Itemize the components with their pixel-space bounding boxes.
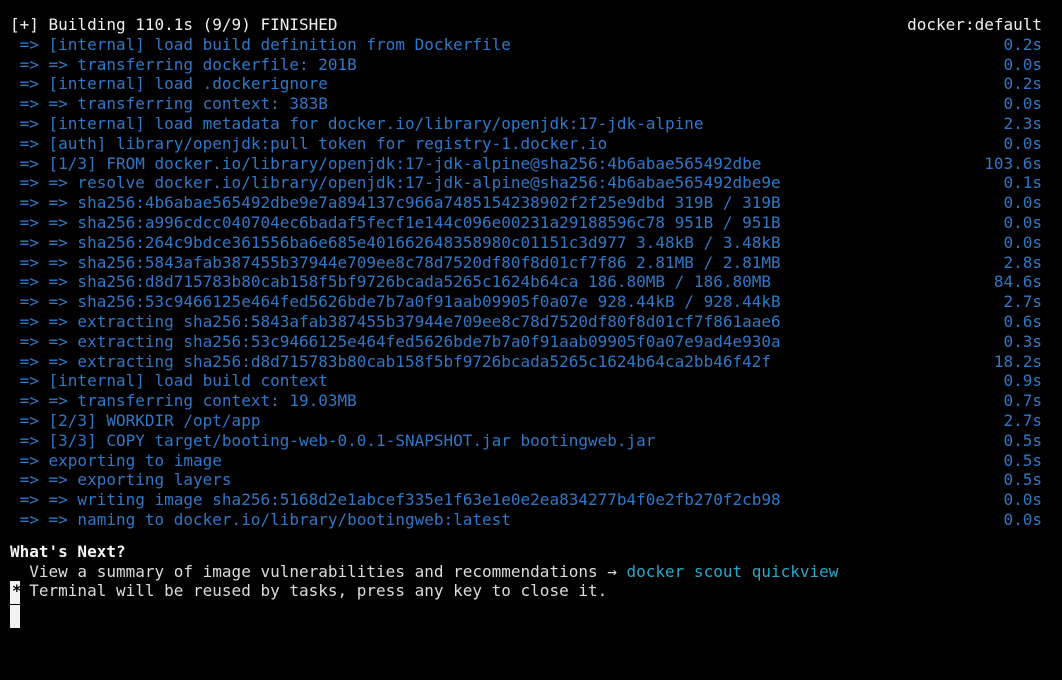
build-step-text: => => writing image sha256:5168d2e1abcef… xyxy=(10,490,781,510)
builder-context: docker:default xyxy=(907,15,1042,34)
whats-next-description: View a summary of image vulnerabilities … xyxy=(10,562,838,582)
build-step-time: 2.7s xyxy=(1003,410,1042,430)
build-step-row: => => transferring context: 19.03MB 0.7s xyxy=(0,391,1062,411)
build-step-row: => [3/3] COPY target/booting-web-0.0.1-S… xyxy=(0,431,1062,451)
build-step-time: 0.0s xyxy=(1003,94,1042,114)
build-step-row: => [internal] load build context 0.9s xyxy=(0,371,1062,391)
build-step-text: => [3/3] COPY target/booting-web-0.0.1-S… xyxy=(10,430,656,450)
build-step-row: => => sha256:53c9466125e464fed5626bde7b7… xyxy=(0,292,1062,312)
build-step-time: 0.1s xyxy=(1003,173,1042,193)
build-step-time: 0.6s xyxy=(1003,311,1042,331)
build-step-time: 84.6s xyxy=(993,272,1042,292)
build-step-row: => [internal] load build definition from… xyxy=(0,35,1062,55)
prompt-line[interactable] xyxy=(0,601,1062,629)
whats-next-title: What's Next? xyxy=(10,541,126,561)
whats-next-item: View a summary of image vulnerabilities … xyxy=(0,562,1062,582)
build-step-row: => [internal] load .dockerignore 0.2s xyxy=(0,74,1062,94)
build-step-text: => => sha256:4b6abae565492dbe9e7a894137c… xyxy=(10,193,781,213)
build-step-text: => => sha256:264c9bdce361556ba6e685e4016… xyxy=(10,232,781,252)
build-step-row: => => extracting sha256:53c9466125e464fe… xyxy=(0,332,1062,352)
build-step-time: 0.0s xyxy=(1003,232,1042,252)
build-step-row: => => resolve docker.io/library/openjdk:… xyxy=(0,173,1062,193)
terminal-output[interactable]: [+] Building 110.1s (9/9) FINISHED docke… xyxy=(0,15,1062,629)
build-step-time: 0.3s xyxy=(1003,331,1042,351)
build-step-row: => => sha256:d8d715783b80cab158f5bf9726b… xyxy=(0,272,1062,292)
build-step-row: => => exporting layers 0.5s xyxy=(0,470,1062,490)
build-step-row: => => transferring dockerfile: 201B 0.0s xyxy=(0,55,1062,75)
build-status: [+] Building 110.1s (9/9) FINISHED xyxy=(10,15,338,34)
notice-text: Terminal will be reused by tasks, press … xyxy=(10,581,608,601)
build-step-text: => => extracting sha256:53c9466125e464fe… xyxy=(10,331,781,351)
build-step-text: => [auth] library/openjdk:pull token for… xyxy=(10,133,608,153)
build-step-row: => [1/3] FROM docker.io/library/openjdk:… xyxy=(0,154,1062,174)
build-step-time: 2.3s xyxy=(1003,113,1042,133)
build-step-text: => => sha256:a996cdcc040704ec6badaf5fecf… xyxy=(10,212,781,232)
build-step-text: => => naming to docker.io/library/bootin… xyxy=(10,509,511,529)
build-step-time: 0.5s xyxy=(1003,450,1042,470)
build-step-row: => [2/3] WORKDIR /opt/app 2.7s xyxy=(0,411,1062,431)
build-step-time: 18.2s xyxy=(993,351,1042,371)
build-step-text: => => extracting sha256:5843afab387455b3… xyxy=(10,311,781,331)
build-step-row: => => sha256:a996cdcc040704ec6badaf5fecf… xyxy=(0,213,1062,233)
build-step-row: => => sha256:264c9bdce361556ba6e685e4016… xyxy=(0,233,1062,253)
build-step-time: 2.7s xyxy=(1003,292,1042,312)
build-step-text: => exporting to image xyxy=(10,450,222,470)
build-step-text: => => resolve docker.io/library/openjdk:… xyxy=(10,173,781,193)
build-step-text: => => extracting sha256:d8d715783b80cab1… xyxy=(10,351,771,371)
build-step-row: => => transferring context: 383B 0.0s xyxy=(0,94,1062,114)
build-step-time: 0.0s xyxy=(1003,212,1042,232)
build-step-time: 0.0s xyxy=(1003,509,1042,529)
build-header: [+] Building 110.1s (9/9) FINISHED docke… xyxy=(0,15,1062,35)
build-step-text: => [internal] load build context xyxy=(10,371,328,391)
build-step-time: 0.0s xyxy=(1003,490,1042,510)
build-steps: => [internal] load build definition from… xyxy=(0,35,1062,530)
build-step-time: 0.0s xyxy=(1003,133,1042,153)
build-step-time: 0.0s xyxy=(1003,193,1042,213)
build-step-time: 0.2s xyxy=(1003,74,1042,94)
build-step-row: => => sha256:5843afab387455b37944e709ee8… xyxy=(0,253,1062,273)
build-step-row: => => sha256:4b6abae565492dbe9e7a894137c… xyxy=(0,193,1062,213)
task-notice: * Terminal will be reused by tasks, pres… xyxy=(0,581,1062,605)
build-step-time: 103.6s xyxy=(984,153,1042,173)
build-step-text: => => transferring dockerfile: 201B xyxy=(10,54,357,74)
build-step-text: => => transferring context: 19.03MB xyxy=(10,391,357,411)
build-step-row: => => naming to docker.io/library/bootin… xyxy=(0,510,1062,530)
build-step-text: => => sha256:d8d715783b80cab158f5bf9726b… xyxy=(10,272,771,292)
build-step-time: 0.5s xyxy=(1003,470,1042,490)
build-step-row: => exporting to image 0.5s xyxy=(0,451,1062,471)
build-step-row: => => extracting sha256:d8d715783b80cab1… xyxy=(0,352,1062,372)
build-step-time: 0.5s xyxy=(1003,430,1042,450)
build-step-text: => => exporting layers xyxy=(10,470,232,490)
build-step-text: => [1/3] FROM docker.io/library/openjdk:… xyxy=(10,153,762,173)
summary-text: View a summary of image vulnerabilities … xyxy=(10,561,627,581)
build-step-row: => => extracting sha256:5843afab387455b3… xyxy=(0,312,1062,332)
whats-next-heading: What's Next? xyxy=(0,542,1062,562)
docker-scout-command[interactable]: docker scout quickview xyxy=(627,562,839,581)
build-step-time: 0.9s xyxy=(1003,371,1042,391)
build-step-time: 0.2s xyxy=(1003,34,1042,54)
build-step-text: => => transferring context: 383B xyxy=(10,94,328,114)
build-step-time: 0.0s xyxy=(1003,54,1042,74)
build-step-text: => => sha256:5843afab387455b37944e709ee8… xyxy=(10,252,781,272)
build-step-row: => => writing image sha256:5168d2e1abcef… xyxy=(0,490,1062,510)
build-step-row: => [auth] library/openjdk:pull token for… xyxy=(0,134,1062,154)
build-step-row: => [internal] load metadata for docker.i… xyxy=(0,114,1062,134)
build-step-time: 0.7s xyxy=(1003,391,1042,411)
build-step-text: => [internal] load metadata for docker.i… xyxy=(10,113,704,133)
build-step-text: => [internal] load build definition from… xyxy=(10,34,511,54)
build-step-time: 2.8s xyxy=(1003,252,1042,272)
build-step-text: => => sha256:53c9466125e464fed5626bde7b7… xyxy=(10,292,781,312)
build-step-text: => [2/3] WORKDIR /opt/app xyxy=(10,410,261,430)
build-step-text: => [internal] load .dockerignore xyxy=(10,74,328,94)
terminal-cursor[interactable] xyxy=(10,605,20,629)
